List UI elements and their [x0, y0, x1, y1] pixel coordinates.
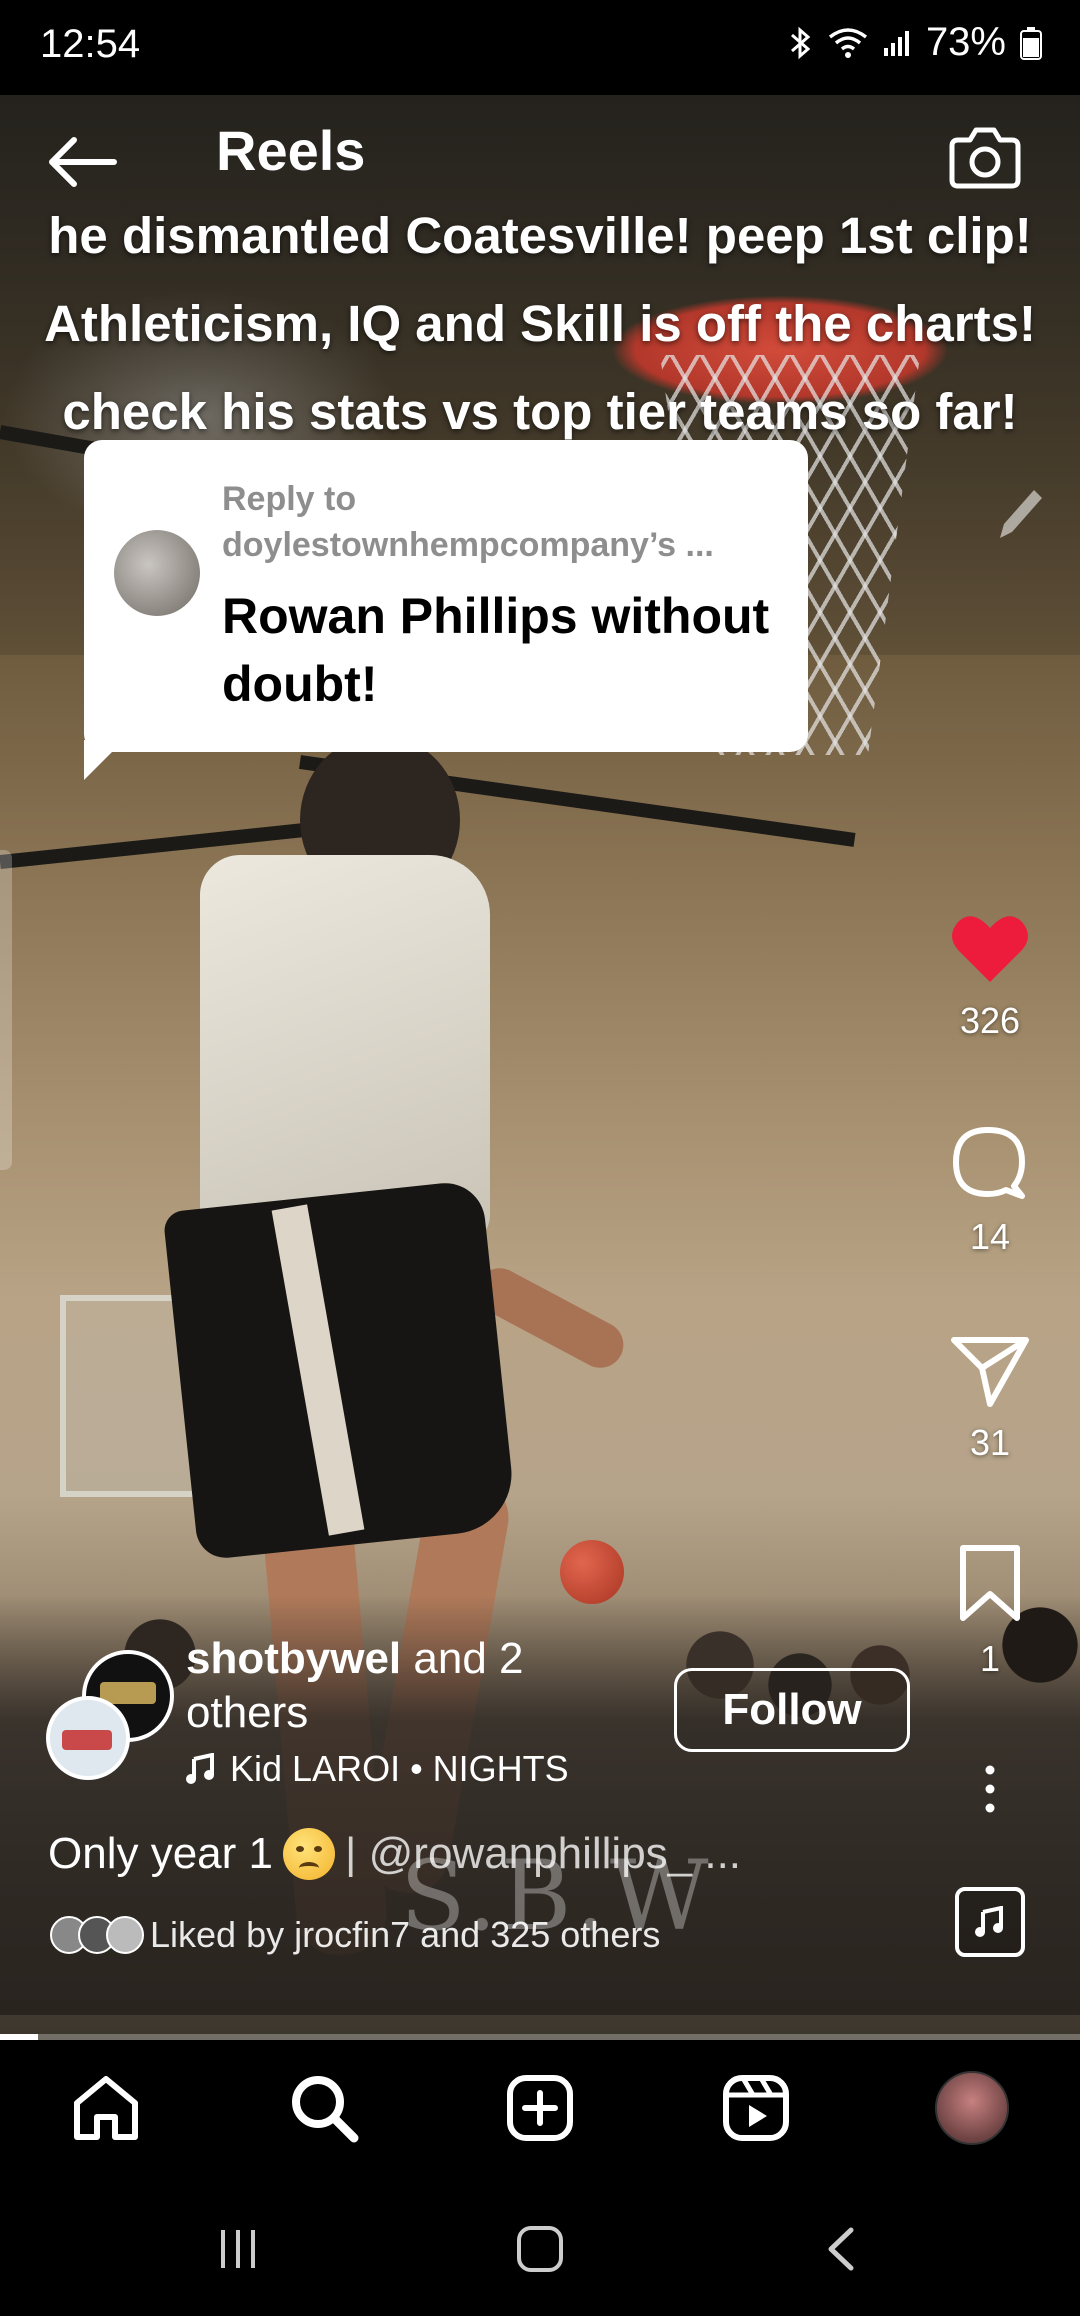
side-drag-handle[interactable]: [0, 850, 12, 1170]
battery-percentage: 73%: [925, 20, 1006, 64]
worried-face-emoji-icon: [282, 1828, 335, 1880]
status-time: 12:54: [40, 22, 141, 66]
home-system-button[interactable]: [510, 2219, 570, 2279]
audio-title: Kid LAROI • NIGHTS: [230, 1748, 569, 1789]
audio-info[interactable]: Kid LAROI • NIGHTS: [186, 1748, 569, 1790]
battery-icon: [1020, 26, 1042, 60]
liked-by-avatars: [50, 1916, 144, 1954]
audio-page-button[interactable]: [955, 1887, 1025, 1957]
page-title: Reels: [216, 119, 366, 182]
camera-button[interactable]: [948, 124, 1022, 190]
reply-username: doylestownhempcompany’s ...: [222, 526, 714, 564]
share-count: 31: [969, 1422, 1011, 1463]
liked-by[interactable]: Liked by jrocfin7 and 325 others: [50, 1914, 660, 1956]
reply-avatar: [114, 530, 200, 616]
author-name[interactable]: shotbywel: [186, 1634, 401, 1683]
pencil-icon: [988, 480, 1048, 550]
nav-home[interactable]: [68, 2070, 144, 2146]
recent-apps-icon: [221, 2230, 255, 2268]
post-caption[interactable]: Only year 1 | @rowanphillips_ ...: [48, 1828, 741, 1880]
search-icon: [292, 2076, 359, 2143]
like-count: 326: [959, 1000, 1021, 1041]
save-button[interactable]: 1: [940, 1544, 1040, 1680]
nav-reels[interactable]: [718, 2070, 794, 2146]
back-button-icon: [828, 2227, 854, 2271]
reels-icon: [723, 2075, 789, 2141]
music-note-icon: [186, 1753, 214, 1784]
comment-button[interactable]: 14: [940, 1122, 1040, 1258]
bottom-nav: [0, 2040, 1080, 2175]
camera-icon: [949, 127, 1021, 189]
follow-button[interactable]: Follow: [674, 1668, 910, 1752]
reply-sticker-tail: [84, 740, 124, 780]
nav-create[interactable]: [502, 2070, 578, 2146]
more-vertical-icon: [985, 1765, 995, 1813]
reply-label: Reply to: [222, 480, 357, 518]
create-icon: [507, 2075, 573, 2141]
status-bar: 12:54 73%: [0, 0, 1080, 95]
music-note-icon: [975, 1906, 1003, 1937]
basketball: [560, 1540, 624, 1604]
send-icon: [951, 1337, 1029, 1407]
reply-comment: Rowan Phillips without doubt!: [222, 588, 770, 712]
author-avatars[interactable]: [46, 1650, 176, 1780]
bluetooth-icon: [788, 25, 814, 61]
video-text-line: he dismantled Coatesville! peep 1st clip…: [48, 207, 1032, 264]
nav-search[interactable]: [286, 2070, 362, 2146]
bookmark-icon: [960, 1545, 1020, 1621]
nav-profile[interactable]: [934, 2070, 1010, 2146]
post-authors[interactable]: shotbywel and 2 others: [186, 1632, 606, 1740]
liked-by-text: Liked by jrocfin7 and 325 others: [150, 1914, 661, 1955]
caption-text: Only year 1: [48, 1829, 273, 1878]
home-icon: [74, 2076, 138, 2140]
like-button[interactable]: 326: [940, 912, 1040, 1042]
system-nav-bar: [0, 2175, 1080, 2316]
back-system-button[interactable]: [812, 2219, 872, 2279]
home-button-icon: [517, 2226, 563, 2272]
comment-count: 14: [969, 1216, 1011, 1257]
caption-mention[interactable]: | @rowanphillips_ ...: [345, 1829, 741, 1879]
signal-icon: [882, 28, 912, 58]
back-button[interactable]: [44, 132, 124, 192]
avatar: [46, 1696, 130, 1780]
video-text-overlay: he dismantled Coatesville! peep 1st clip…: [0, 192, 1080, 456]
video-text-line: Athleticism, IQ and Skill is off the cha…: [44, 295, 1036, 352]
share-button[interactable]: 31: [940, 1334, 1040, 1464]
recent-apps-button[interactable]: [208, 2219, 268, 2279]
wifi-icon: [828, 27, 868, 59]
arrow-left-icon: [49, 137, 117, 187]
status-icons: 73%: [788, 20, 1042, 65]
reply-sticker[interactable]: Reply to doylestownhempcompany’s ... Row…: [84, 440, 808, 752]
profile-avatar: [935, 2071, 1009, 2145]
heart-icon: [952, 916, 1028, 982]
save-count: 1: [979, 1638, 1001, 1679]
comment-icon: [953, 1127, 1025, 1199]
more-options-button[interactable]: [940, 1764, 1040, 1814]
